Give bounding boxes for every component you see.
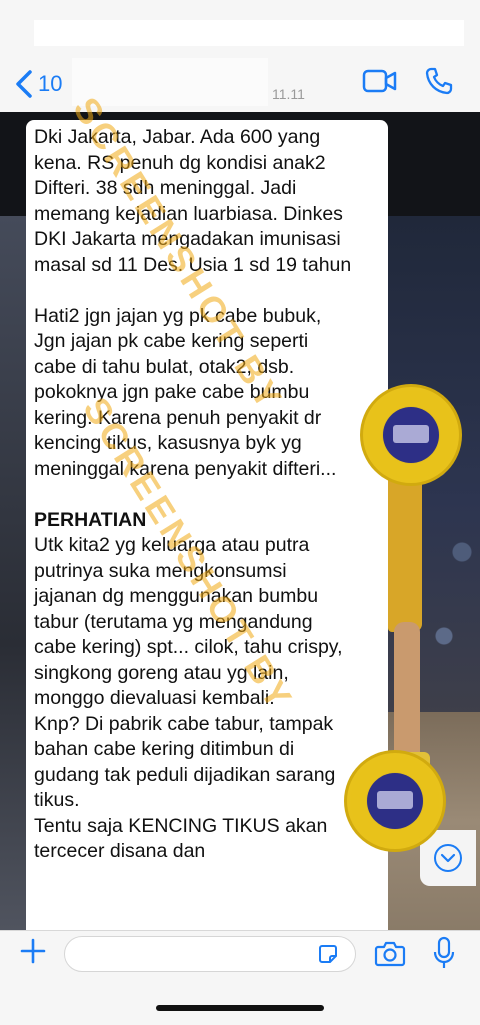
message-line: gudang tak peduli dijadikan sarang xyxy=(34,763,336,786)
message-line: cabe kering) spt... cilok, tahu crispy, xyxy=(34,636,343,658)
message-line: memang kejadian luarbiasa. Dinkes xyxy=(34,202,343,225)
wallpaper-player-jersey xyxy=(388,472,422,632)
message-line: cabe di tahu bulat, otak2, dsb. xyxy=(34,355,295,378)
message-line: Knp? Di pabrik cabe tabur, tampak xyxy=(34,712,334,735)
last-seen-time: 11.11 xyxy=(272,86,305,102)
video-camera-icon[interactable] xyxy=(362,68,398,94)
wallpaper-player-leg xyxy=(394,622,420,762)
message-line: DKI Jakarta mengadakan imunisasi xyxy=(34,228,341,250)
message-line: tikus. xyxy=(34,789,80,811)
plus-icon[interactable] xyxy=(18,936,48,966)
back-button[interactable]: 10 xyxy=(14,64,62,104)
message-line: Tentu saja KENCING TIKUS akan xyxy=(34,814,328,837)
hoax-seal-logo xyxy=(360,384,462,486)
camera-icon[interactable] xyxy=(374,938,406,968)
microphone-icon[interactable] xyxy=(432,936,456,970)
chat-header: 10 11.11 xyxy=(0,0,480,113)
message-line: Difteri. 38 sdh meninggal. Jadi xyxy=(34,177,297,199)
message-line: bahan cabe kering ditimbun di xyxy=(34,738,295,760)
message-line: kencing tikus, kasusnya byk yg xyxy=(34,432,302,454)
message-line: pokoknya jgn pake cabe bumbu xyxy=(34,381,310,403)
chevron-left-icon xyxy=(16,70,32,98)
status-bar-redacted xyxy=(34,20,464,46)
message-line xyxy=(34,482,380,508)
unread-count: 10 xyxy=(38,71,63,96)
phone-icon[interactable] xyxy=(424,66,454,96)
message-line: kena. RS penuh dg kondisi anak2 xyxy=(34,151,326,174)
sticker-icon[interactable] xyxy=(316,942,340,966)
message-text: Dki Jakarta, Jabar. Ada 600 yang kena. RS… xyxy=(26,120,388,865)
message-input[interactable] xyxy=(64,936,356,972)
hoax-seal-logo xyxy=(344,750,446,852)
message-line: PERHATIAN xyxy=(34,508,147,531)
message-line: singkong goreng atau yg lain, xyxy=(34,661,289,684)
message-bubble[interactable]: Dki Jakarta, Jabar. Ada 600 yang kena. RS… xyxy=(26,120,388,940)
message-line: monggo dievaluasi kembali. xyxy=(34,687,275,709)
home-indicator xyxy=(156,1005,324,1011)
message-line: meninggal karena penyakit difteri... xyxy=(34,457,337,480)
message-line: tercecer disana dan xyxy=(34,840,206,862)
wallpaper-left-edge xyxy=(0,216,28,930)
